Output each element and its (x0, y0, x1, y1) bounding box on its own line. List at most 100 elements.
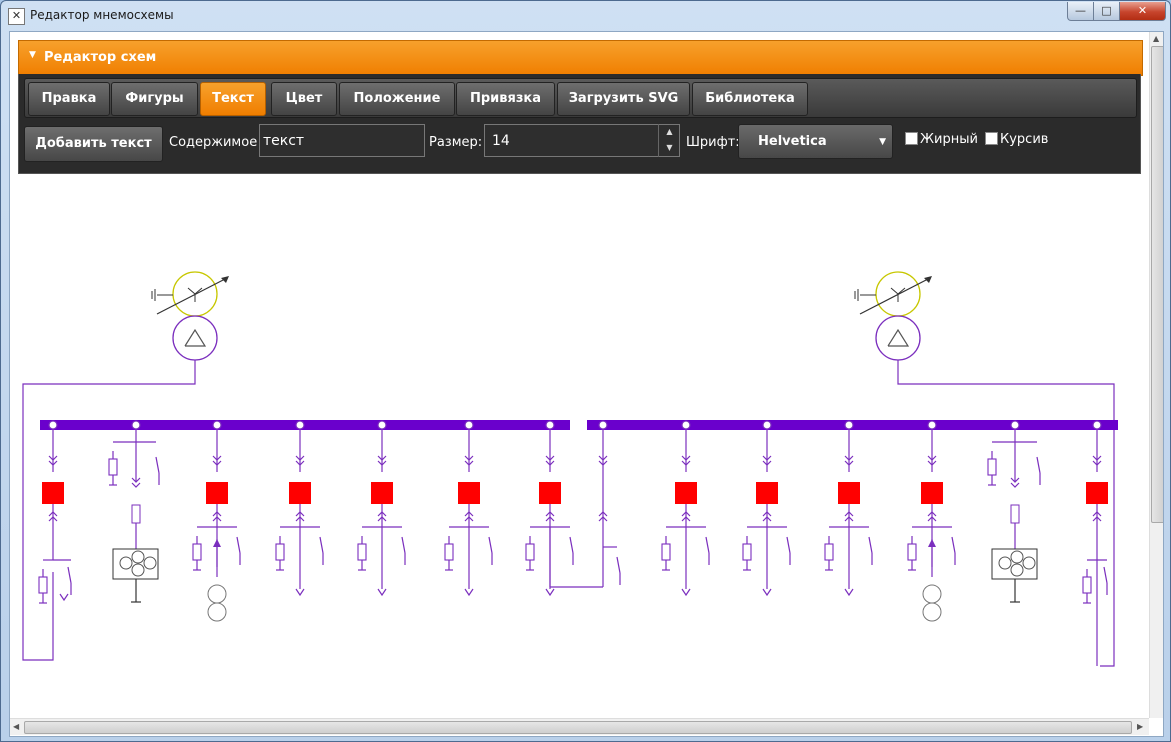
vt-winding (119, 556, 133, 570)
resistor (742, 543, 752, 561)
motor-winding (207, 584, 227, 604)
size-input[interactable]: 14 (484, 124, 680, 157)
breaker (42, 482, 64, 504)
title-bar[interactable]: ✕ Редактор мнемосхемы — □ ✕ (1, 1, 1170, 31)
vertical-scroll-thumb[interactable] (1151, 46, 1163, 523)
content-input[interactable]: текст (259, 124, 425, 157)
motor-winding (922, 584, 942, 604)
bus-node (844, 420, 854, 430)
tab-snap[interactable]: Привязка (456, 82, 555, 116)
editor-panel: Правка Фигуры Текст Цвет Положение Привя… (18, 74, 1141, 174)
wire (155, 456, 160, 474)
bus-node (1010, 420, 1020, 430)
wire (131, 482, 141, 488)
horizontal-scrollbar[interactable]: ◀ ▶ (10, 718, 1149, 735)
bus-node (762, 420, 772, 430)
spin-down-icon[interactable]: ▼ (659, 140, 680, 156)
wire (951, 536, 956, 554)
italic-checkbox[interactable] (985, 132, 998, 145)
wire (319, 536, 324, 554)
resistor (824, 543, 834, 561)
italic-label: Курсив (1000, 132, 1049, 147)
breaker (206, 482, 228, 504)
vt-winding (131, 563, 145, 577)
tab-position[interactable]: Положение (339, 82, 455, 116)
panel-header[interactable]: ▼ Редактор схем (18, 40, 1143, 76)
breaker (756, 482, 778, 504)
panel-title: Редактор схем (44, 50, 157, 65)
spin-up-icon[interactable]: ▲ (659, 124, 680, 140)
wire (569, 536, 574, 554)
tab-shapes[interactable]: Фигуры (111, 82, 198, 116)
horizontal-scroll-thumb[interactable] (24, 721, 1132, 734)
vt-winding (998, 556, 1012, 570)
wrench-icon: ✕ (8, 8, 25, 25)
maximize-button[interactable]: □ (1093, 2, 1120, 21)
window-title: Редактор мнемосхемы (30, 8, 174, 22)
size-spinner[interactable]: ▲ ▼ (658, 124, 680, 157)
wire (184, 328, 207, 347)
resistor (987, 458, 997, 476)
wire (887, 328, 910, 347)
fuse (131, 504, 141, 524)
breaker (539, 482, 561, 504)
wire (59, 593, 69, 602)
breaker (838, 482, 860, 504)
breaker (458, 482, 480, 504)
wire (545, 588, 555, 597)
vt-winding (1022, 556, 1036, 570)
bus-node (48, 420, 58, 430)
wire (22, 360, 196, 661)
add-text-button[interactable]: Добавить текст (24, 126, 163, 162)
tab-strip: Правка Фигуры Текст Цвет Положение Привя… (24, 78, 1137, 118)
minimize-button[interactable]: — (1067, 2, 1094, 21)
wire (377, 588, 387, 597)
transformer-winding (875, 315, 921, 361)
bus-node (464, 420, 474, 430)
client-area: ▼ Редактор схем Правка Фигуры Текст Цвет… (9, 31, 1164, 737)
tab-library[interactable]: Библиотека (692, 82, 808, 116)
bus-node (377, 420, 387, 430)
resistor (1082, 576, 1092, 594)
font-label: Шрифт: (686, 135, 740, 150)
breaker (921, 482, 943, 504)
scroll-up-icon[interactable]: ▲ (1153, 34, 1159, 43)
wire (890, 287, 899, 295)
close-button[interactable]: ✕ (1119, 2, 1166, 21)
vt-winding (1010, 550, 1024, 564)
scroll-right-icon[interactable]: ▶ (1137, 722, 1143, 731)
resistor (661, 543, 671, 561)
resistor (444, 543, 454, 561)
wire (868, 536, 873, 554)
arrow-head (221, 276, 229, 283)
resistor (525, 543, 535, 561)
bold-checkbox[interactable] (905, 132, 918, 145)
tab-color[interactable]: Цвет (271, 82, 337, 116)
scroll-left-icon[interactable]: ◀ (13, 722, 19, 731)
wire (705, 536, 710, 554)
wire (401, 536, 406, 554)
motor-winding (922, 602, 942, 622)
font-select-value: Helvetica (758, 134, 827, 149)
app-window: ✕ Редактор мнемосхемы — □ ✕ ▼ Редактор с… (0, 0, 1171, 742)
schematic-canvas[interactable] (10, 182, 1145, 717)
font-select[interactable]: Helvetica ▼ (738, 124, 893, 159)
tab-text[interactable]: Текст (200, 82, 266, 116)
bus-node (295, 420, 305, 430)
wire (844, 588, 854, 597)
wire (681, 588, 691, 597)
vt-winding (143, 556, 157, 570)
resistor (275, 543, 285, 561)
breaker (1086, 482, 1108, 504)
tab-load-svg[interactable]: Загрузить SVG (557, 82, 690, 116)
bus-node (212, 420, 222, 430)
wire (464, 588, 474, 597)
content-label: Содержимое (169, 135, 258, 150)
tab-edit[interactable]: Правка (28, 82, 110, 116)
wire (295, 588, 305, 597)
fuse (1010, 504, 1020, 524)
wire (762, 588, 772, 597)
collapse-arrow-icon[interactable]: ▼ (29, 50, 36, 60)
chevron-down-icon: ▼ (879, 137, 886, 147)
vertical-scrollbar[interactable]: ▲ (1149, 32, 1163, 718)
